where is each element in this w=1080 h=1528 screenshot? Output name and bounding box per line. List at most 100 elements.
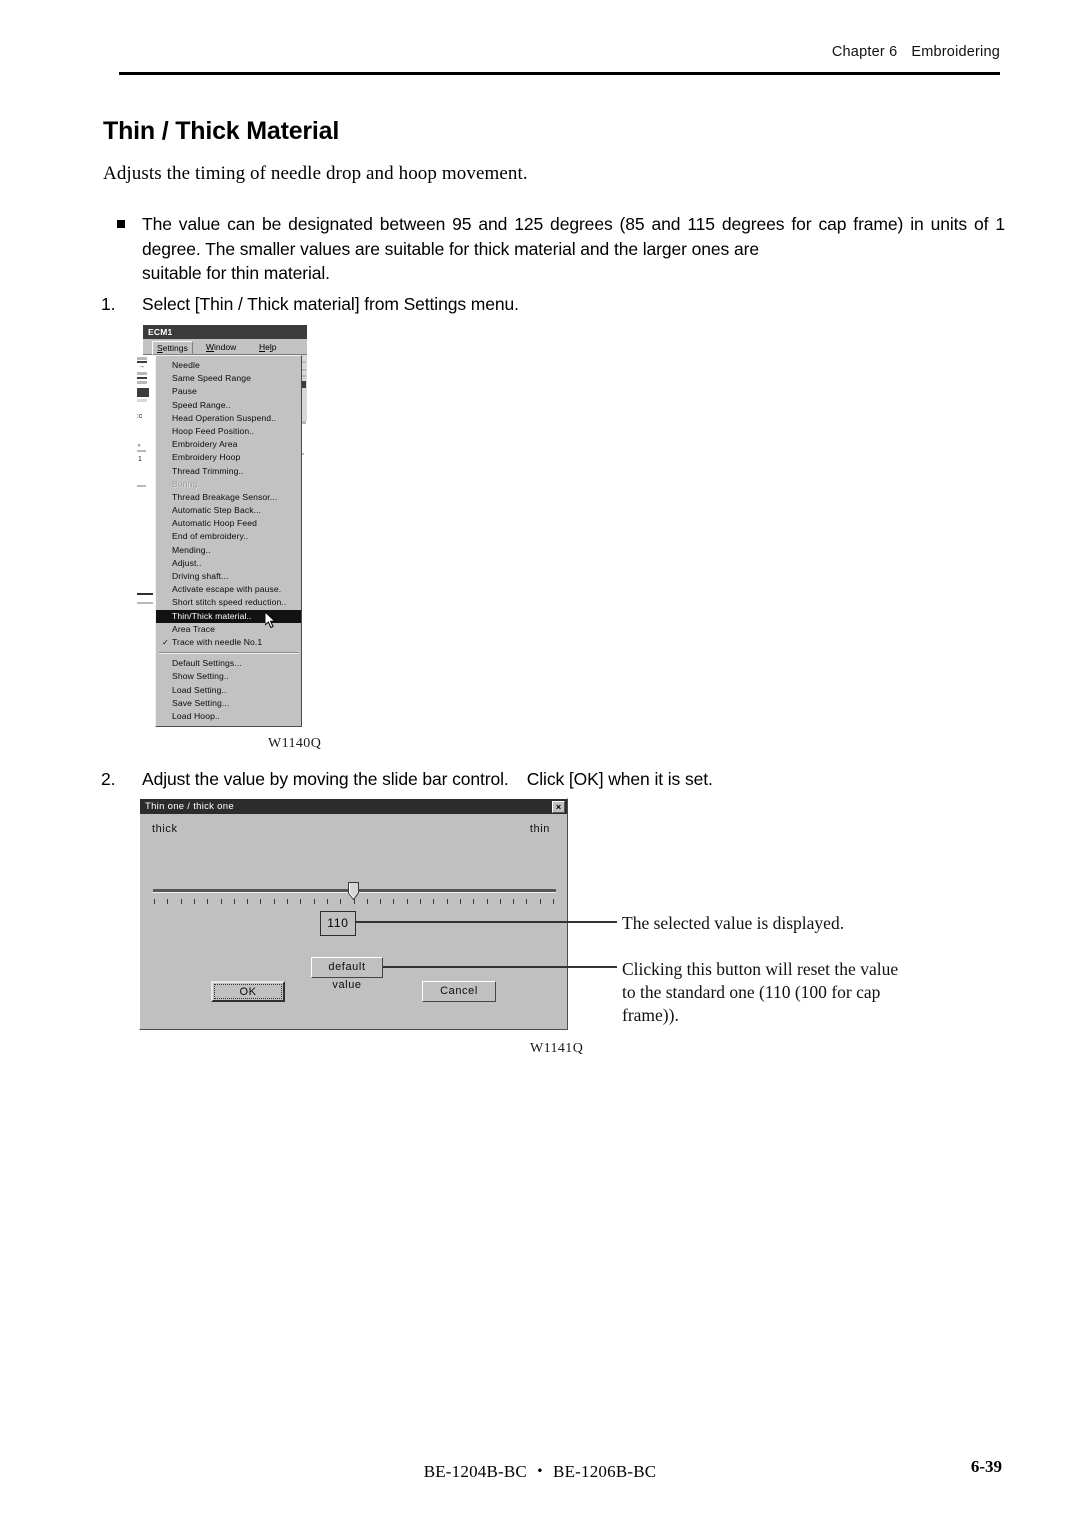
slider-thumb[interactable] bbox=[348, 882, 359, 900]
figure-caption-w1141q: W1141Q bbox=[530, 1041, 584, 1056]
background-fragment bbox=[137, 357, 147, 360]
close-icon[interactable]: × bbox=[552, 800, 565, 813]
menu-item-automatic-hoop-feed[interactable]: Automatic Hoop Feed bbox=[156, 517, 301, 530]
menu-item-needle[interactable]: Needle bbox=[156, 359, 301, 372]
slider-tick bbox=[513, 899, 515, 904]
menu-item-thread-trimming[interactable]: Thread Trimming.. bbox=[156, 465, 301, 478]
slider-tick bbox=[167, 899, 169, 904]
background-fragment bbox=[137, 388, 149, 397]
menu-item-thin-thick-material[interactable]: Thin/Thick material.. bbox=[156, 609, 301, 623]
figure-caption-w1140q: W1140Q bbox=[268, 736, 322, 751]
slider-tick bbox=[154, 899, 155, 904]
step-1-number: 1. bbox=[101, 294, 116, 314]
settings-dropdown-menu[interactable]: Needle Same Speed Range Pause Speed Rang… bbox=[155, 355, 302, 728]
slider-tick bbox=[260, 899, 262, 904]
slider-tick-marks bbox=[151, 899, 558, 907]
menu-item-trace-with-needle-no1[interactable]: ✓ Trace with needle No.1 bbox=[156, 636, 301, 649]
slider-tick bbox=[193, 899, 195, 904]
slider-label-thin: thin bbox=[529, 823, 550, 835]
page-title: Thin / Thick Material bbox=[103, 117, 340, 145]
menu-item-driving-shaft[interactable]: Driving shaft... bbox=[156, 570, 301, 583]
slider-tick bbox=[366, 899, 368, 904]
ok-button[interactable]: OK bbox=[211, 981, 285, 1002]
menu-item-show-setting[interactable]: Show Setting.. bbox=[156, 670, 301, 683]
slider-tick bbox=[473, 899, 475, 904]
step-2-text: Adjust the value by moving the slide bar… bbox=[142, 769, 713, 790]
page-header: Chapter 6 Embroidering bbox=[120, 44, 1000, 60]
slider-tick bbox=[499, 899, 501, 904]
menu-item-activate-escape-with-pause[interactable]: Activate escape with pause. bbox=[156, 583, 301, 596]
background-fragment-glyph: → bbox=[138, 363, 145, 370]
slider-tick bbox=[459, 899, 461, 904]
slider-tick bbox=[420, 899, 421, 904]
menu-item-mending[interactable]: Mending.. bbox=[156, 544, 301, 557]
background-fragment bbox=[137, 602, 153, 604]
menu-item-default-settings[interactable]: Default Settings... bbox=[156, 657, 301, 670]
menu-item-boring: Boring.. bbox=[172, 478, 203, 489]
background-fragment-glyph: :c bbox=[137, 413, 143, 420]
menu-item-hoop-feed-position[interactable]: Hoop Feed Position.. bbox=[156, 425, 301, 438]
slider-tick bbox=[393, 899, 395, 904]
window-menubar: Settings Window Help bbox=[143, 339, 307, 355]
menu-item-same-speed-range[interactable]: Same Speed Range bbox=[156, 372, 301, 385]
slider-tick bbox=[207, 899, 209, 904]
menu-item-pause[interactable]: Pause bbox=[156, 385, 301, 398]
menu-item-save-setting[interactable]: Save Setting... bbox=[156, 697, 301, 710]
menu-item-automatic-step-back[interactable]: Automatic Step Back... bbox=[156, 504, 301, 517]
menu-separator bbox=[159, 652, 298, 655]
figure-leader-line bbox=[137, 593, 153, 595]
default-value-button[interactable]: default value bbox=[311, 957, 383, 991]
menu-item-adjust[interactable]: Adjust.. bbox=[156, 557, 301, 570]
menu-item-end-of-embroidery[interactable]: End of embroidery.. bbox=[156, 530, 301, 543]
annotation-selected-value: The selected value is displayed. bbox=[622, 913, 845, 933]
header-chapter: Chapter 6 bbox=[831, 44, 898, 60]
step-2-text-part2: Click [OK] when it is set. bbox=[526, 769, 713, 789]
annotation-default-button: Clicking this button will reset the valu… bbox=[622, 958, 912, 1027]
slider-tick bbox=[220, 899, 222, 904]
slider-tick bbox=[526, 899, 528, 904]
annotation-default-line-1: Clicking this button will reset the bbox=[622, 959, 856, 979]
slider-tick bbox=[273, 899, 275, 904]
slider-control[interactable] bbox=[151, 881, 558, 911]
background-fragment bbox=[137, 372, 147, 375]
header-section: Embroidering bbox=[911, 44, 1000, 60]
cancel-button[interactable]: Cancel bbox=[422, 981, 496, 1002]
ok-button-label: OK bbox=[214, 984, 282, 999]
menu-item-short-stitch-speed-reduction[interactable]: Short stitch speed reduction.. bbox=[156, 596, 301, 609]
leader-line-value bbox=[355, 921, 617, 923]
step-1-text: Select [Thin / Thick material] from Sett… bbox=[142, 294, 519, 314]
bullet-note: The value can be designated between 95 a… bbox=[117, 212, 1005, 286]
menu-item-load-hoop[interactable]: Load Hoop.. bbox=[156, 710, 301, 723]
menu-item-head-operation-suspend[interactable]: Head Operation Suspend.. bbox=[156, 412, 301, 425]
slider-label-thick: thick bbox=[152, 823, 178, 835]
slider-tick bbox=[326, 899, 328, 904]
step-2: 2. Adjust the value by moving the slide … bbox=[101, 769, 713, 790]
dialog-titlebar: Thin one / thick one bbox=[140, 799, 567, 814]
step-2-text-part1: Adjust the value by moving the slide bar… bbox=[142, 769, 509, 789]
slider-tick bbox=[300, 899, 302, 904]
square-bullet-icon bbox=[117, 220, 125, 228]
menubar-item-help[interactable]: Help bbox=[255, 341, 281, 353]
slider-tick bbox=[553, 899, 554, 904]
menu-item-speed-range[interactable]: Speed Range.. bbox=[156, 399, 301, 412]
menu-item-embroidery-area[interactable]: Embroidery Area bbox=[156, 438, 301, 451]
step-2-number: 2. bbox=[101, 769, 116, 789]
background-fragment bbox=[137, 381, 147, 384]
slider-tick bbox=[287, 899, 288, 904]
menubar-item-settings[interactable]: Settings bbox=[152, 341, 193, 355]
slider-tick bbox=[380, 899, 382, 904]
leader-line-default-button bbox=[382, 966, 617, 968]
slider-tick bbox=[340, 899, 342, 904]
menu-item-area-trace[interactable]: Area Trace bbox=[156, 623, 301, 636]
mouse-cursor-icon bbox=[265, 612, 277, 629]
menu-item-load-setting[interactable]: Load Setting.. bbox=[156, 684, 301, 697]
step-1: 1. Select [Thin / Thick material] from S… bbox=[101, 294, 519, 315]
menu-item-embroidery-hoop[interactable]: Embroidery Hoop bbox=[156, 451, 301, 464]
background-fragment-glyph: ⁿ bbox=[138, 443, 141, 450]
selected-value-display: 110 bbox=[320, 911, 356, 936]
menu-item-thread-breakage-sensor[interactable]: Thread Breakage Sensor... bbox=[156, 491, 301, 504]
menu-item-label: Trace with needle No.1 bbox=[172, 636, 263, 647]
background-fragment bbox=[137, 485, 146, 487]
menubar-item-window[interactable]: Window bbox=[202, 341, 240, 353]
bullet-note-text: The value can be designated between 95 a… bbox=[142, 212, 1005, 286]
